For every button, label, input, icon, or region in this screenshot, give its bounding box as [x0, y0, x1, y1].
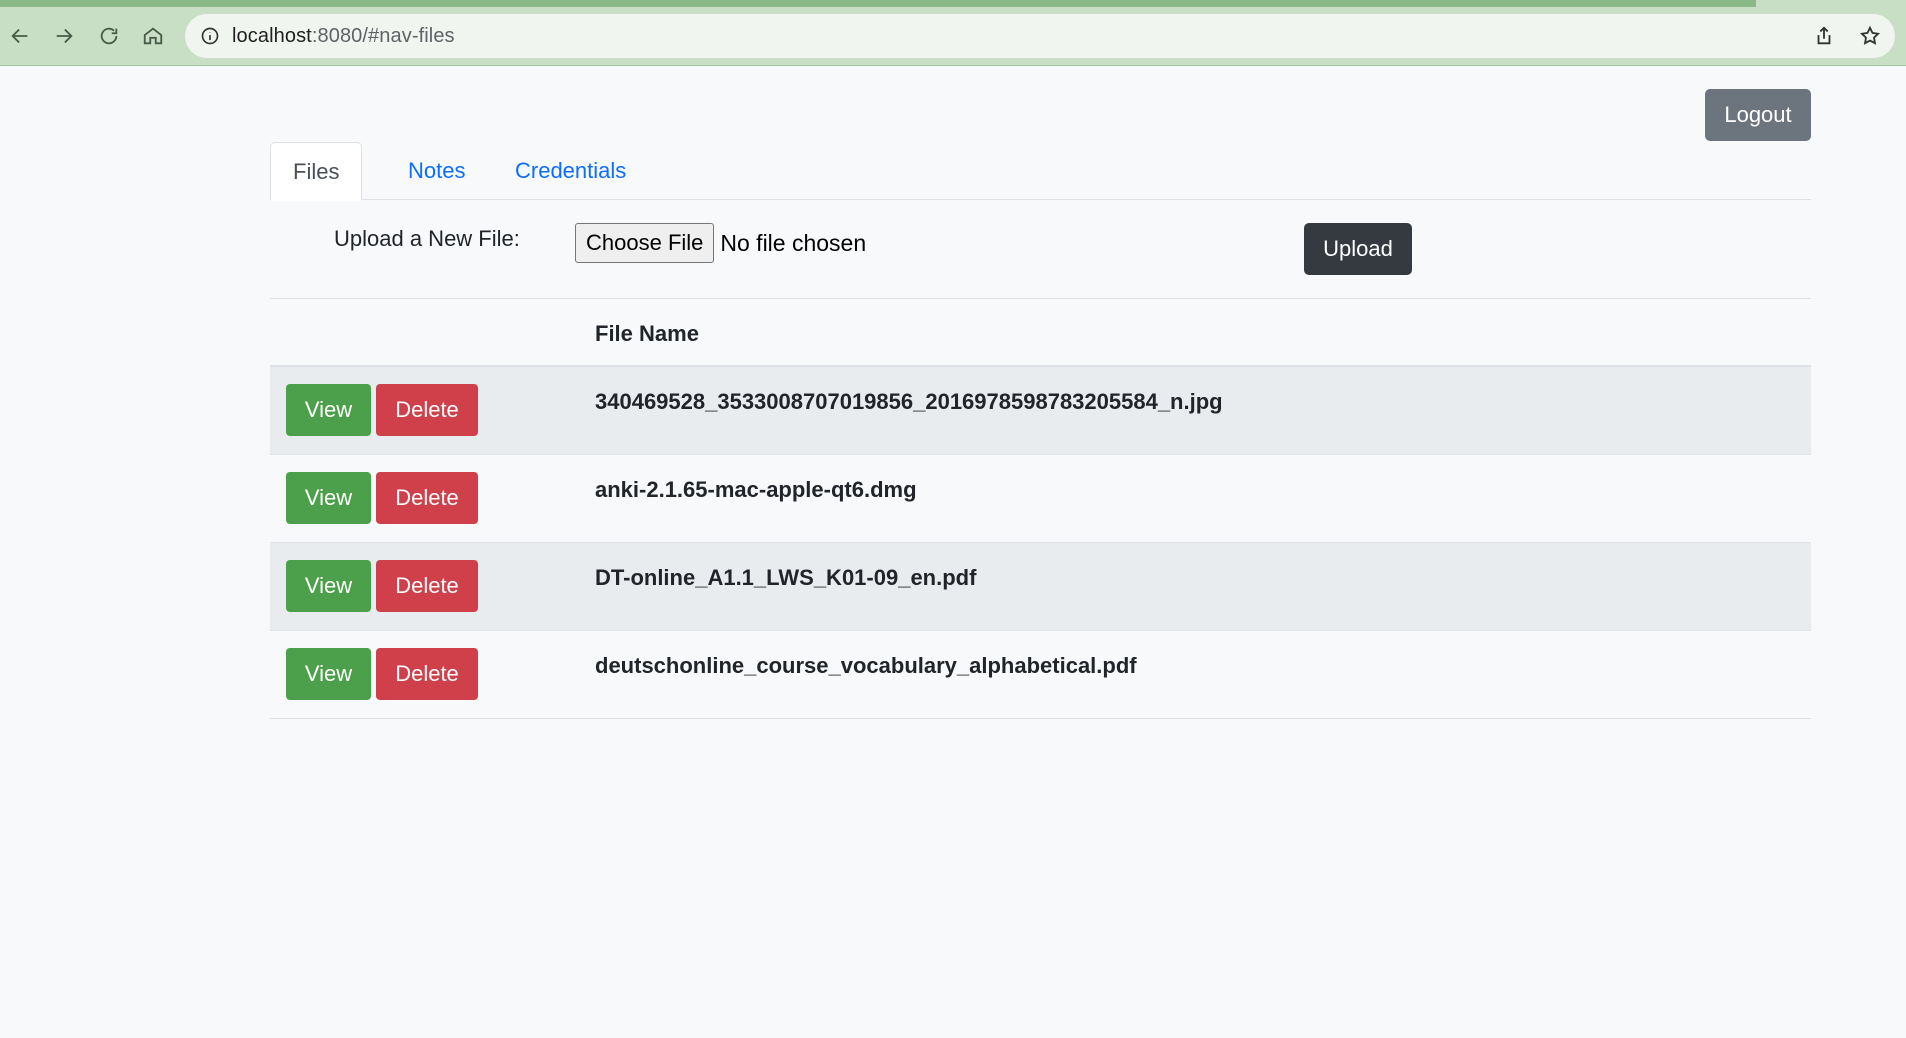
forward-icon[interactable] — [50, 22, 78, 50]
table-row: View Delete deutschonline_course_vocabul… — [270, 631, 1811, 719]
upload-label: Upload a New File: — [334, 226, 520, 251]
file-name: deutschonline_course_vocabulary_alphabet… — [595, 653, 1137, 678]
delete-button[interactable]: Delete — [376, 560, 478, 612]
tab-credentials[interactable]: Credentials — [493, 142, 648, 200]
url-text[interactable]: localhost:8080/#nav-files — [232, 25, 455, 48]
file-name: DT-online_A1.1_LWS_K01-09_en.pdf — [595, 565, 977, 590]
files-table: File Name View Delete 340469528_35330087… — [270, 298, 1811, 719]
view-button[interactable]: View — [286, 472, 371, 524]
view-button[interactable]: View — [286, 384, 371, 436]
browser-toolbar: localhost:8080/#nav-files — [0, 0, 1906, 66]
back-icon[interactable] — [6, 22, 34, 50]
column-header-file-name: File Name — [595, 321, 699, 346]
url-path: :8080/#nav-files — [311, 25, 455, 47]
file-status-text: No file chosen — [720, 229, 867, 256]
page-load-progress — [0, 0, 1756, 7]
nav-tabs: Files Notes Credentials — [270, 142, 1811, 201]
delete-button[interactable]: Delete — [376, 648, 478, 700]
table-row: View Delete DT-online_A1.1_LWS_K01-09_en… — [270, 543, 1811, 631]
bookmark-star-icon[interactable] — [1859, 25, 1881, 47]
logout-button[interactable]: Logout — [1705, 89, 1811, 141]
table-header: File Name — [270, 299, 1811, 367]
delete-button[interactable]: Delete — [376, 472, 478, 524]
choose-file-button[interactable]: Choose File — [575, 223, 715, 263]
table-row: View Delete anki-2.1.65-mac-apple-qt6.dm… — [270, 455, 1811, 543]
table-row: View Delete 340469528_3533008707019856_2… — [270, 367, 1811, 455]
file-name: 340469528_3533008707019856_2016978598783… — [595, 389, 1223, 414]
reload-icon[interactable] — [95, 22, 123, 50]
tab-notes[interactable]: Notes — [386, 142, 487, 200]
view-button[interactable]: View — [286, 648, 371, 700]
file-name: anki-2.1.65-mac-apple-qt6.dmg — [595, 477, 917, 502]
home-icon[interactable] — [139, 22, 167, 50]
view-button[interactable]: View — [286, 560, 371, 612]
share-icon[interactable] — [1813, 25, 1835, 47]
file-input[interactable]: Choose File No file chosen — [575, 223, 866, 263]
site-info-icon[interactable] — [200, 26, 220, 46]
delete-button[interactable]: Delete — [376, 384, 478, 436]
upload-button[interactable]: Upload — [1304, 223, 1412, 275]
tab-files[interactable]: Files — [270, 142, 363, 201]
address-bar[interactable]: localhost:8080/#nav-files — [185, 14, 1895, 58]
url-host: localhost — [232, 25, 312, 47]
